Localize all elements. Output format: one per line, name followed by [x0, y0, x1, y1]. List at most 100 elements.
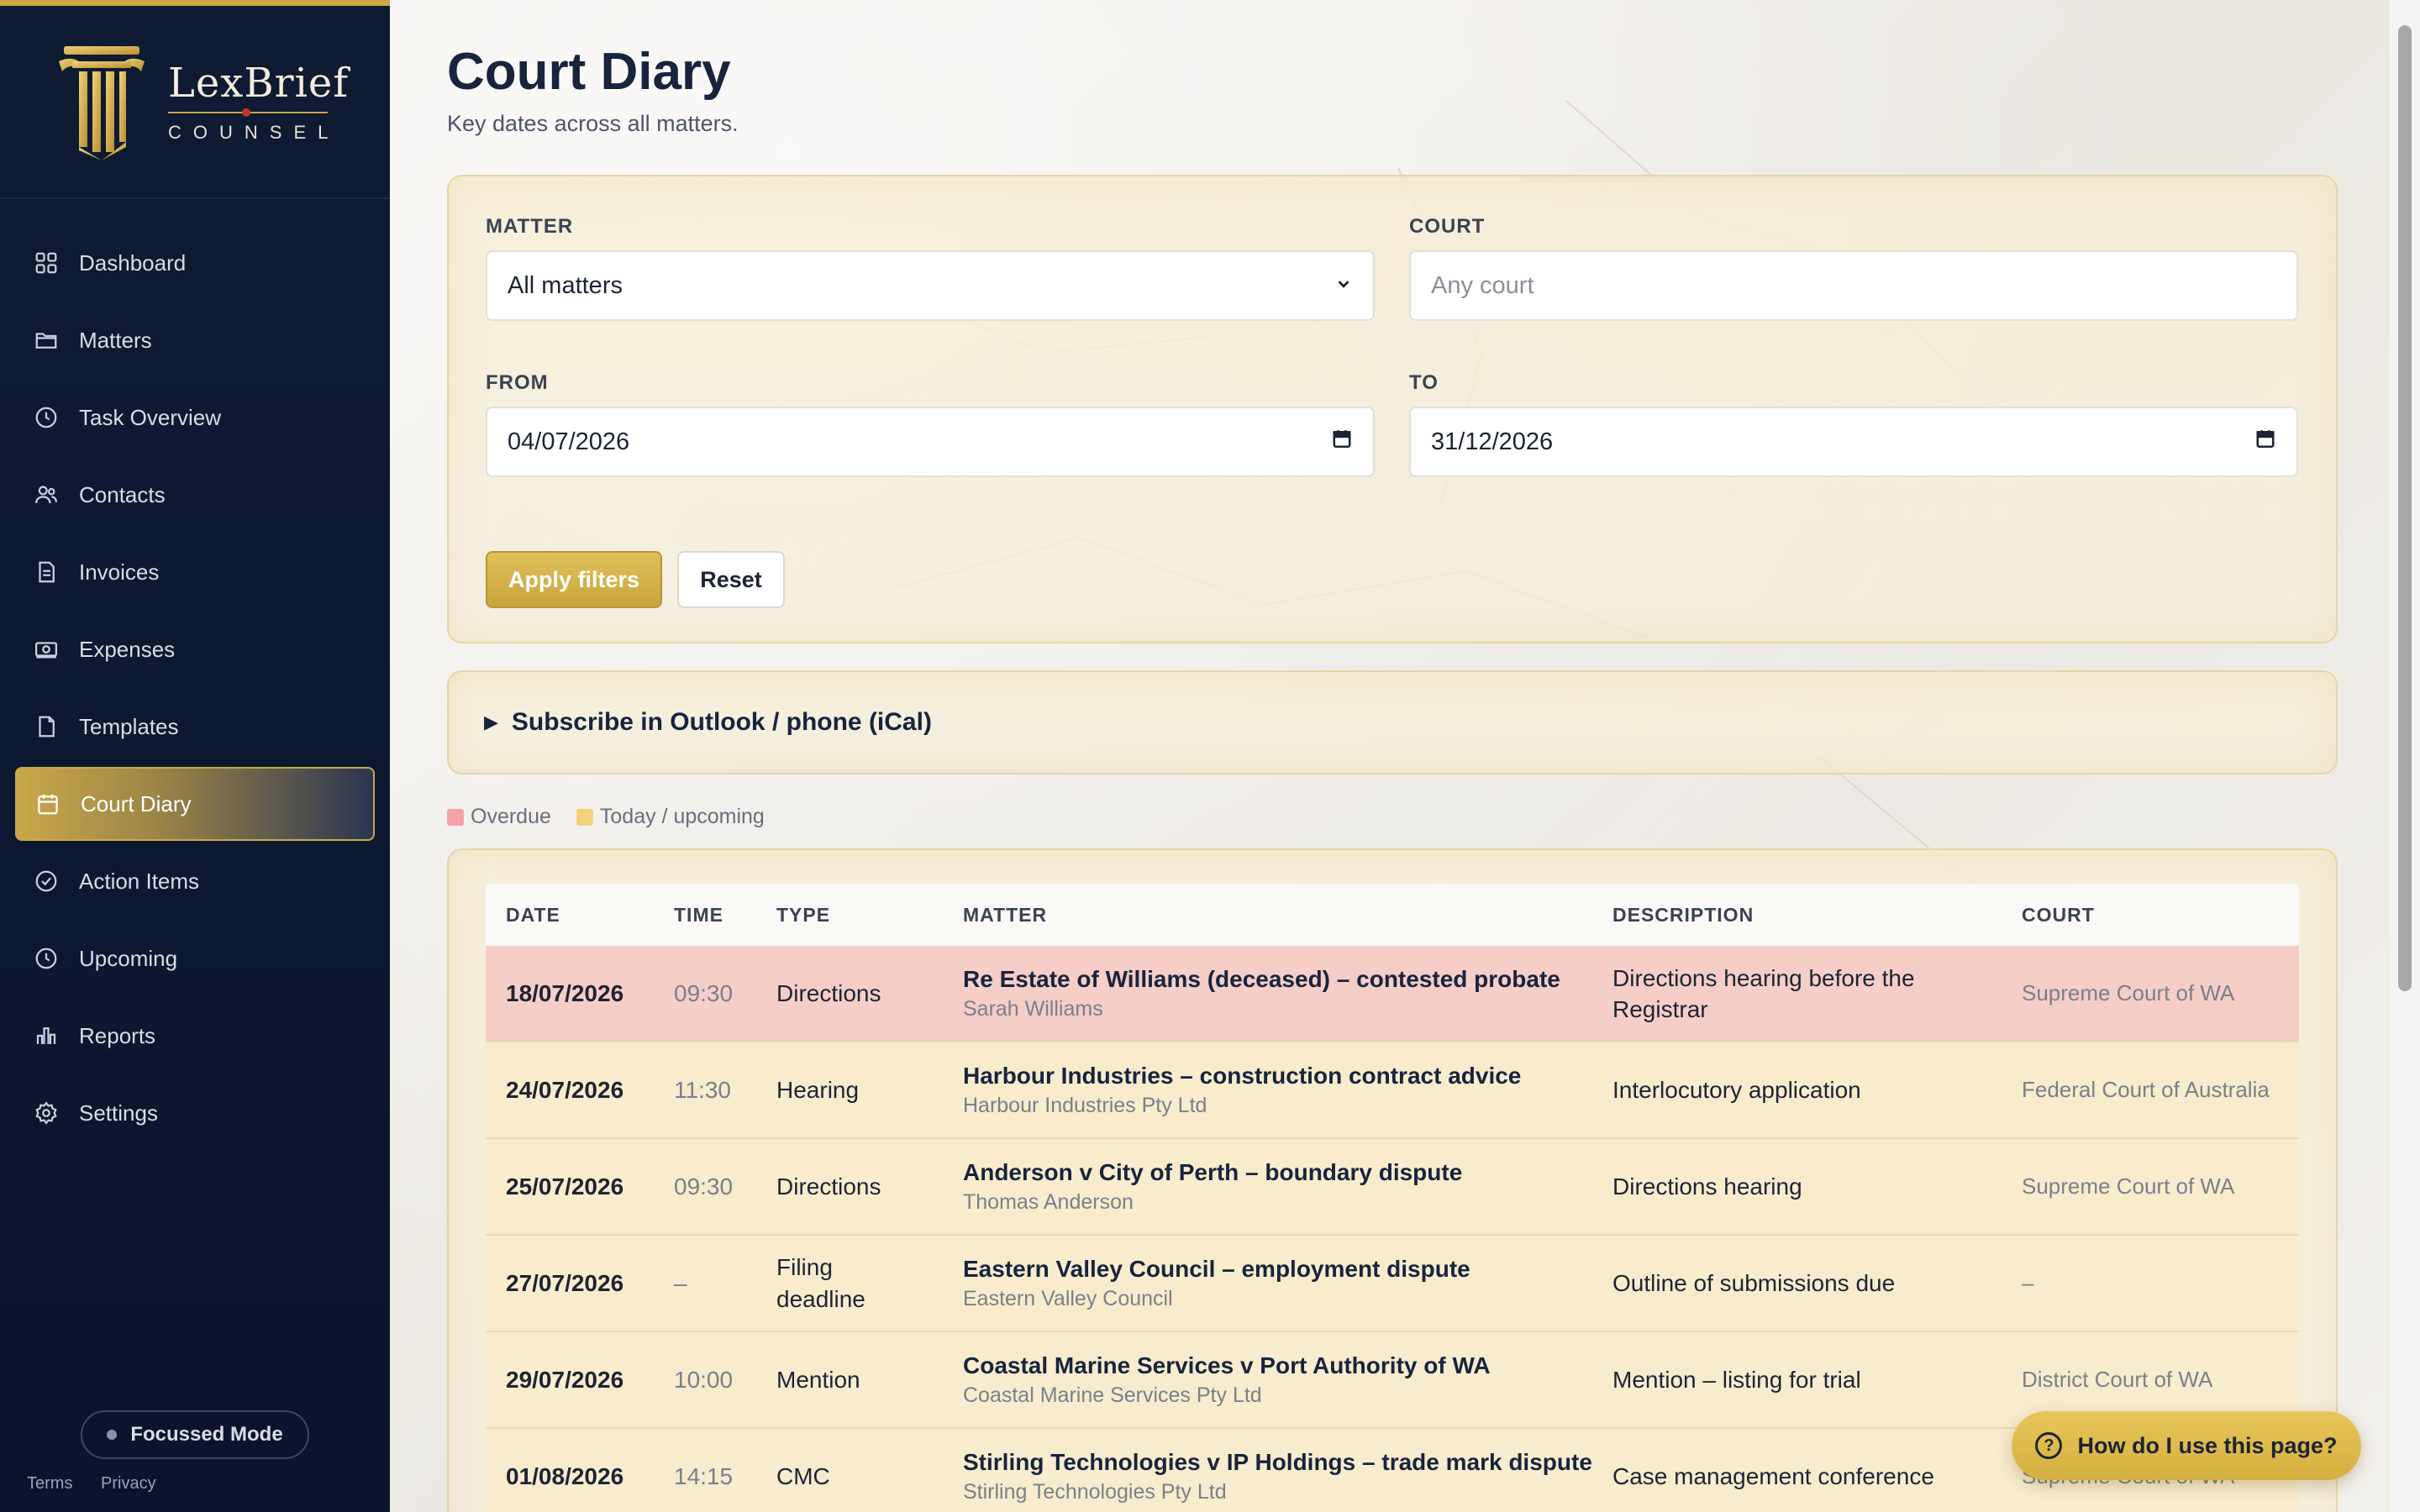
clock-icon: [34, 946, 59, 971]
upcoming-swatch: [576, 808, 593, 826]
table-row[interactable]: 25/07/2026 09:30 Directions Anderson v C…: [486, 1139, 2299, 1236]
matter-client: Coastal Marine Services Pty Ltd: [963, 1383, 1262, 1407]
table-row[interactable]: 29/07/2026 10:00 Mention Coastal Marine …: [486, 1332, 2299, 1429]
sidebar-item-label: Settings: [79, 1100, 158, 1126]
sidebar-item-action-items[interactable]: Action Items: [15, 844, 375, 918]
matter-link[interactable]: Anderson v City of Perth – boundary disp…: [963, 1158, 1592, 1188]
matter-link[interactable]: Coastal Marine Services v Port Authority…: [963, 1351, 1592, 1381]
row-date: 01/08/2026: [506, 1462, 624, 1489]
legend-overdue: Overdue: [447, 805, 551, 829]
pillar-logo-icon: [59, 46, 145, 160]
row-date: 29/07/2026: [506, 1366, 624, 1393]
question-mark-icon: ?: [2035, 1432, 2063, 1459]
sidebar-item-task-overview[interactable]: Task Overview: [15, 381, 375, 454]
to-label: TO: [1409, 371, 1439, 394]
sidebar-item-invoices[interactable]: Invoices: [15, 535, 375, 609]
sidebar-item-upcoming[interactable]: Upcoming: [15, 921, 375, 995]
row-date: 18/07/2026: [506, 979, 624, 1006]
privacy-link[interactable]: Privacy: [101, 1474, 156, 1493]
sidebar-item-templates[interactable]: Templates: [15, 690, 375, 764]
sidebar-item-settings[interactable]: Settings: [15, 1076, 375, 1150]
row-description: Outline of submissions due: [1612, 1270, 1896, 1296]
column-header-matter[interactable]: MATTER: [943, 904, 1592, 927]
row-time: 09:30: [674, 979, 734, 1006]
sidebar-item-label: Court Diary: [81, 790, 192, 816]
row-type: Filing deadline: [776, 1253, 865, 1312]
court-input[interactable]: Any court: [1409, 250, 2298, 321]
column-header-description[interactable]: DESCRIPTION: [1592, 900, 2002, 931]
matter-link[interactable]: Re Estate of Williams (deceased) – conte…: [963, 964, 1592, 995]
page-scrollbar[interactable]: [2390, 0, 2420, 1512]
brand-logo[interactable]: LexBrief COUNSEL: [0, 6, 390, 199]
row-type: Directions: [776, 979, 881, 1006]
column-header-time[interactable]: TIME: [654, 904, 756, 927]
row-date: 24/07/2026: [506, 1076, 624, 1103]
sidebar-item-label: Contacts: [79, 481, 166, 507]
row-description: Interlocutory application: [1612, 1077, 1861, 1103]
matter-link[interactable]: Stirling Technologies v IP Holdings – tr…: [963, 1447, 1592, 1478]
money-icon: [34, 637, 59, 662]
reset-button[interactable]: Reset: [677, 551, 785, 608]
matter-link[interactable]: Eastern Valley Council – employment disp…: [963, 1254, 1592, 1284]
help-button[interactable]: ? How do I use this page?: [2012, 1411, 2361, 1480]
to-date-input[interactable]: 31/12/2026: [1409, 407, 2298, 477]
row-court: Supreme Court of WA: [2022, 1173, 2235, 1199]
row-matter: Eastern Valley Council – employment disp…: [943, 1254, 1592, 1313]
row-time: –: [674, 1269, 687, 1296]
row-description: Directions hearing: [1612, 1173, 1802, 1200]
column-header-date[interactable]: DATE: [486, 904, 654, 927]
row-time: 10:00: [674, 1366, 734, 1393]
matter-client: Eastern Valley Council: [963, 1286, 1173, 1310]
sidebar-item-matters[interactable]: Matters: [15, 303, 375, 377]
from-date-input[interactable]: 04/07/2026: [486, 407, 1375, 477]
table-row[interactable]: 18/07/2026 09:30 Directions Re Estate of…: [486, 946, 2299, 1042]
row-matter: Harbour Industries – construction contra…: [943, 1061, 1592, 1120]
invoice-icon: [34, 559, 59, 585]
row-court: –: [2022, 1270, 2034, 1295]
disclosure-triangle-icon: ▶: [484, 711, 498, 732]
sidebar-item-label: Action Items: [79, 868, 200, 894]
sidebar-item-label: Upcoming: [79, 945, 178, 971]
row-type: CMC: [776, 1462, 830, 1489]
to-date-value: 31/12/2026: [1431, 428, 1554, 455]
table-row[interactable]: 24/07/2026 11:30 Hearing Harbour Industr…: [486, 1042, 2299, 1139]
clock-icon: [34, 405, 59, 430]
scrollbar-thumb[interactable]: [2398, 25, 2412, 991]
row-time: 11:30: [674, 1076, 731, 1103]
focussed-mode-label: Focussed Mode: [130, 1423, 283, 1446]
sidebar-item-label: Dashboard: [79, 249, 187, 276]
filters-panel: MATTER All matters COURT Any court FROM …: [447, 175, 2338, 643]
row-description: Mention – listing for trial: [1612, 1367, 1861, 1393]
sidebar-item-reports[interactable]: Reports: [15, 999, 375, 1073]
matter-client: Harbour Industries Pty Ltd: [963, 1093, 1207, 1117]
apply-filters-button[interactable]: Apply filters: [486, 551, 662, 608]
matter-link[interactable]: Harbour Industries – construction contra…: [963, 1061, 1592, 1091]
row-court: District Court of WA: [2022, 1367, 2213, 1392]
help-button-label: How do I use this page?: [2077, 1432, 2338, 1458]
brand-subtitle: COUNSEL: [168, 122, 340, 143]
table-row[interactable]: 27/07/2026 – Filing deadline Eastern Val…: [486, 1236, 2299, 1332]
calendar-icon[interactable]: [2254, 428, 2276, 456]
table-header: DATE TIME TYPE MATTER DESCRIPTION COURT: [486, 884, 2299, 946]
gear-icon: [34, 1100, 59, 1126]
column-header-court[interactable]: COURT: [2002, 904, 2299, 927]
court-label: COURT: [1409, 215, 1486, 238]
sidebar-item-contacts[interactable]: Contacts: [15, 458, 375, 532]
subscribe-ical-toggle[interactable]: ▶ Subscribe in Outlook / phone (iCal): [447, 670, 2338, 774]
row-type: Mention: [776, 1366, 860, 1393]
matter-select[interactable]: All matters: [486, 250, 1375, 321]
focussed-mode-button[interactable]: Focussed Mode: [81, 1410, 309, 1459]
sidebar-item-label: Matters: [79, 327, 152, 353]
column-header-type[interactable]: TYPE: [756, 899, 943, 931]
row-date: 25/07/2026: [506, 1173, 624, 1200]
legend-upcoming-label: Today / upcoming: [599, 805, 765, 828]
row-court: Federal Court of Australia: [2022, 1077, 2270, 1102]
sidebar-item-label: Reports: [79, 1022, 156, 1048]
from-date-value: 04/07/2026: [508, 428, 630, 455]
sidebar-item-expenses[interactable]: Expenses: [15, 612, 375, 686]
terms-link[interactable]: Terms: [27, 1474, 72, 1493]
sidebar-item-dashboard[interactable]: Dashboard: [15, 226, 375, 300]
row-court: Supreme Court of WA: [2022, 980, 2235, 1005]
sidebar-item-court-diary[interactable]: Court Diary: [15, 767, 375, 841]
calendar-icon[interactable]: [1331, 428, 1353, 456]
